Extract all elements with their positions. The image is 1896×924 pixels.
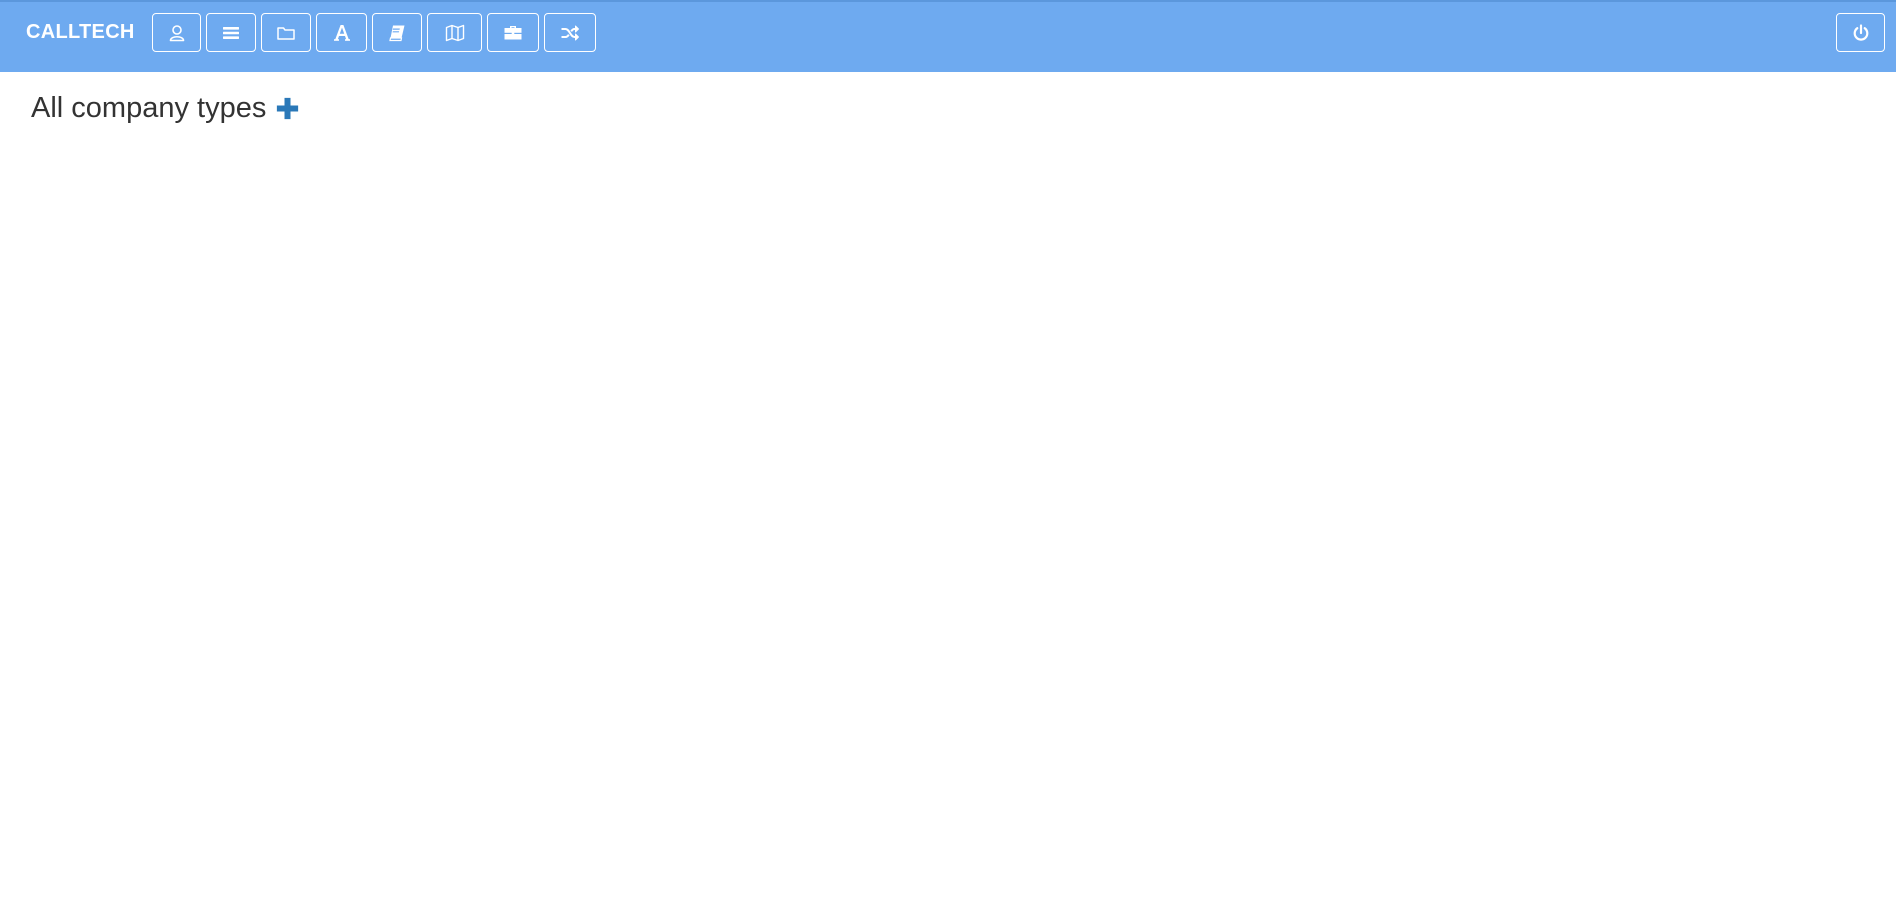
- folder-icon: [276, 23, 296, 43]
- shuffle-icon: [560, 23, 580, 43]
- map-icon: [445, 23, 465, 43]
- menu-icon: [221, 23, 241, 43]
- shuffle-button[interactable]: [544, 13, 596, 52]
- book-button[interactable]: [372, 13, 422, 52]
- briefcase-button[interactable]: [487, 13, 539, 52]
- add-company-type-button[interactable]: [274, 95, 300, 121]
- power-button[interactable]: [1836, 13, 1885, 52]
- plus-icon: [275, 96, 300, 121]
- folder-button[interactable]: [261, 13, 311, 52]
- book-icon: [387, 23, 407, 43]
- page-title-text: All company types: [31, 91, 267, 124]
- menu-button[interactable]: [206, 13, 256, 52]
- top-navbar: CALLTECH: [0, 0, 1896, 72]
- user-icon: [167, 23, 187, 43]
- font-icon: [332, 23, 352, 43]
- power-icon: [1851, 23, 1871, 43]
- briefcase-icon: [503, 23, 523, 43]
- map-button[interactable]: [427, 13, 482, 52]
- font-button[interactable]: [316, 13, 367, 52]
- user-button[interactable]: [152, 13, 201, 52]
- page-title: All company types: [31, 88, 300, 128]
- brand-logo[interactable]: CALLTECH: [26, 2, 135, 62]
